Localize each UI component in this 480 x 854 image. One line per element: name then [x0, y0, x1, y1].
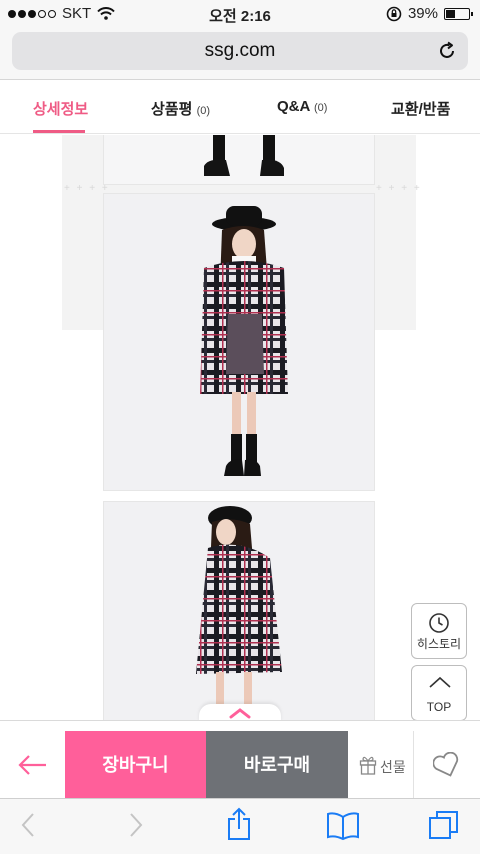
battery-icon [444, 7, 473, 20]
product-photo-2 [103, 193, 375, 491]
history-button[interactable]: 히스토리 [411, 603, 467, 659]
product-photo-3 [103, 501, 375, 720]
tab-label: Q&A [277, 98, 310, 115]
tab-label: 상품평 [151, 101, 193, 118]
tab-label: 상세정보 [33, 101, 89, 118]
wishlist-button[interactable] [414, 731, 480, 799]
reload-icon[interactable] [436, 40, 458, 62]
purchase-action-bar: 장바구니 바로구매 선물 [0, 720, 480, 799]
browser-toolbar [0, 798, 480, 854]
tab-exchange-return[interactable]: 교환/반품 [391, 98, 450, 119]
tabs-icon[interactable] [428, 809, 460, 841]
arrow-left-icon [18, 755, 46, 775]
tab-qna[interactable]: Q&A (0) [277, 98, 327, 115]
tab-label: 교환/반품 [391, 101, 451, 118]
tab-detail-info[interactable]: 상세정보 [33, 98, 88, 119]
product-photo-1 [103, 135, 375, 185]
decorative-plus-marks: + + + + [376, 183, 422, 194]
browser-back-icon[interactable] [20, 811, 36, 839]
model-front-coat-image [200, 206, 288, 476]
top-label: TOP [426, 700, 452, 714]
battery-percent: 39% [407, 5, 438, 22]
status-right: 39% [386, 5, 473, 22]
share-icon[interactable] [226, 807, 252, 841]
bookmarks-icon[interactable] [326, 811, 360, 841]
tab-count: (0) [313, 102, 328, 114]
orientation-lock-icon [386, 6, 402, 21]
chevron-up-icon [429, 676, 451, 688]
buy-now-button[interactable]: 바로구매 [206, 731, 348, 799]
model-side-coat-image [196, 506, 282, 712]
status-bar: SKT 오전 2:16 39% [0, 0, 480, 28]
back-button[interactable] [0, 731, 64, 799]
url-field[interactable]: ssg.com [12, 32, 468, 70]
add-to-cart-button[interactable]: 장바구니 [65, 731, 206, 799]
clock-icon [429, 613, 449, 633]
heart-icon [433, 752, 459, 777]
tab-count: (0) [196, 105, 211, 117]
url-text: ssg.com [204, 40, 276, 61]
active-tab-indicator [33, 130, 85, 133]
history-label: 히스토리 [416, 637, 462, 651]
browser-forward-icon[interactable] [128, 811, 144, 839]
model-legs-image [204, 135, 284, 176]
tab-reviews[interactable]: 상품평 (0) [151, 98, 210, 119]
browser-address-bar: ssg.com [0, 28, 480, 80]
product-detail-content: + + + + + + + + [0, 135, 480, 720]
product-tabs: 상세정보 상품평 (0) Q&A (0) 교환/반품 [0, 82, 480, 134]
gift-icon [359, 756, 377, 775]
gift-label: 선물 [380, 759, 406, 775]
gift-button[interactable]: 선물 [348, 731, 414, 799]
scroll-top-button[interactable]: TOP [411, 665, 467, 721]
chevron-up-icon [229, 708, 251, 719]
